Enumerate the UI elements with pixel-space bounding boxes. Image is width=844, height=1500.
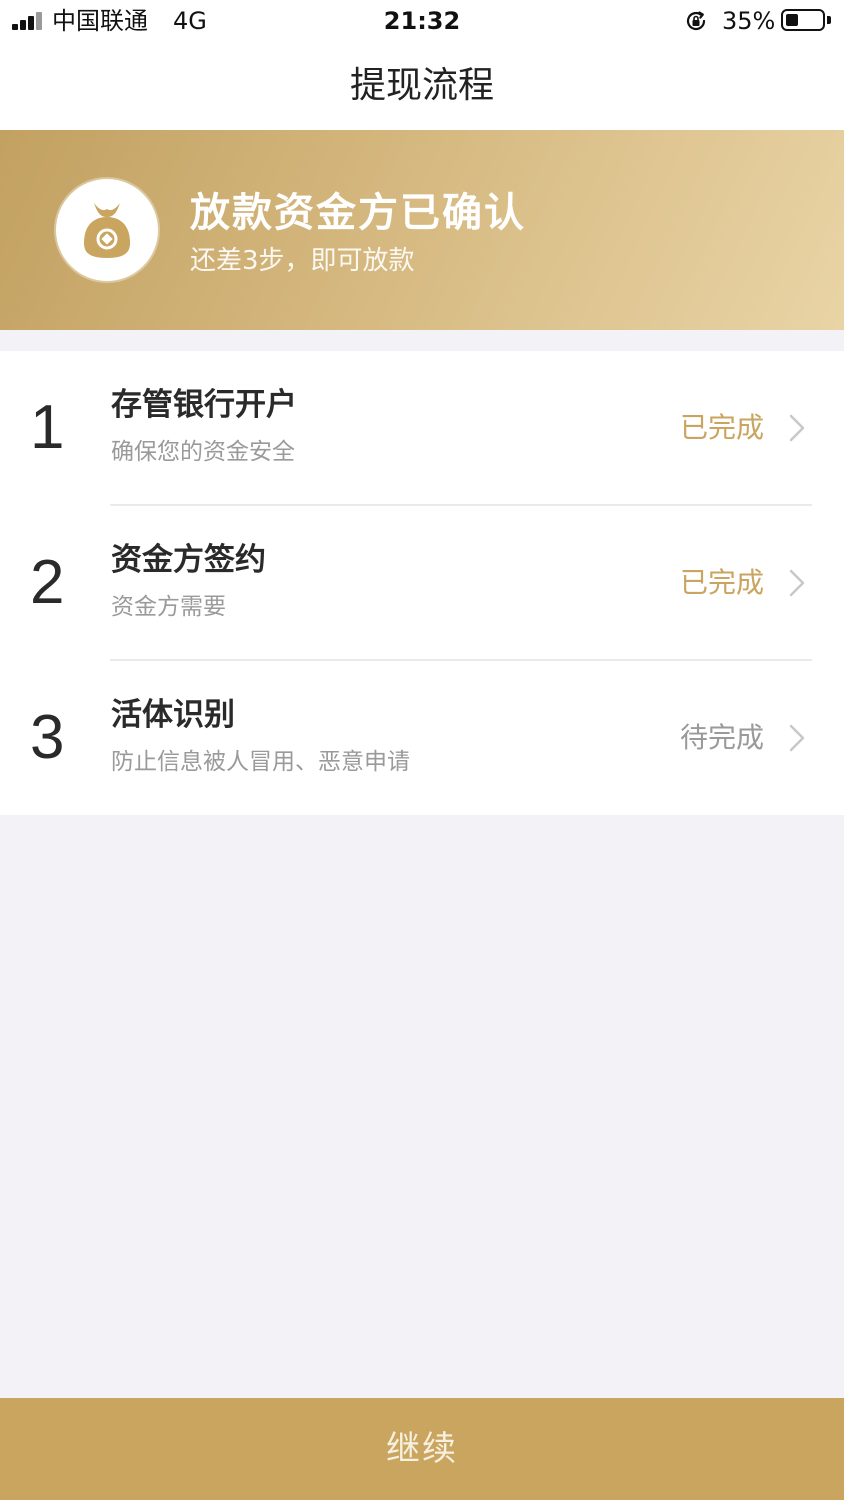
- step-item-open-bank-account[interactable]: 1 存管银行开户 确保您的资金安全 已完成: [0, 351, 844, 506]
- battery-icon: [781, 9, 825, 31]
- steps-list: 1 存管银行开户 确保您的资金安全 已完成 2 资金方签约 资金方需要 已完成 …: [0, 351, 844, 815]
- step-description: 确保您的资金安全: [111, 439, 295, 465]
- status-banner: 放款资金方已确认 还差3步，即可放款: [0, 130, 844, 330]
- step-status: 待完成: [679, 721, 764, 754]
- step-title: 活体识别: [111, 697, 235, 733]
- status-bar: 中国联通 4G 21:32 35%: [0, 0, 844, 44]
- step-status: 已完成: [679, 566, 764, 599]
- step-item-sign-contract[interactable]: 2 资金方签约 资金方需要 已完成: [0, 506, 844, 661]
- step-description: 资金方需要: [111, 594, 226, 620]
- step-title: 存管银行开户: [111, 387, 297, 423]
- chevron-right-icon: [789, 724, 805, 752]
- battery-tip: [827, 16, 831, 24]
- step-number: 2: [30, 548, 65, 617]
- battery-percentage: 35%: [722, 7, 776, 35]
- step-title: 资金方签约: [111, 542, 266, 578]
- status-time: 21:32: [383, 7, 461, 35]
- step-number: 3: [30, 703, 65, 772]
- banner-title: 放款资金方已确认: [190, 190, 526, 236]
- battery-fill: [786, 14, 798, 26]
- step-number: 1: [30, 393, 65, 462]
- nav-bar: 提现流程: [0, 44, 844, 130]
- step-status: 已完成: [679, 411, 764, 444]
- banner-subtitle: 还差3步，即可放款: [190, 246, 415, 276]
- money-bag-icon: [84, 203, 130, 258]
- chevron-right-icon: [789, 414, 805, 442]
- step-description: 防止信息被人冒用、恶意申请: [111, 749, 410, 775]
- chevron-right-icon: [789, 569, 805, 597]
- continue-button[interactable]: 继续: [0, 1398, 844, 1500]
- rotation-lock-icon: [686, 11, 706, 31]
- page-title: 提现流程: [349, 65, 494, 106]
- banner-icon-circle: [56, 179, 158, 281]
- step-item-liveness-detection[interactable]: 3 活体识别 防止信息被人冒用、恶意申请 待完成: [0, 661, 844, 816]
